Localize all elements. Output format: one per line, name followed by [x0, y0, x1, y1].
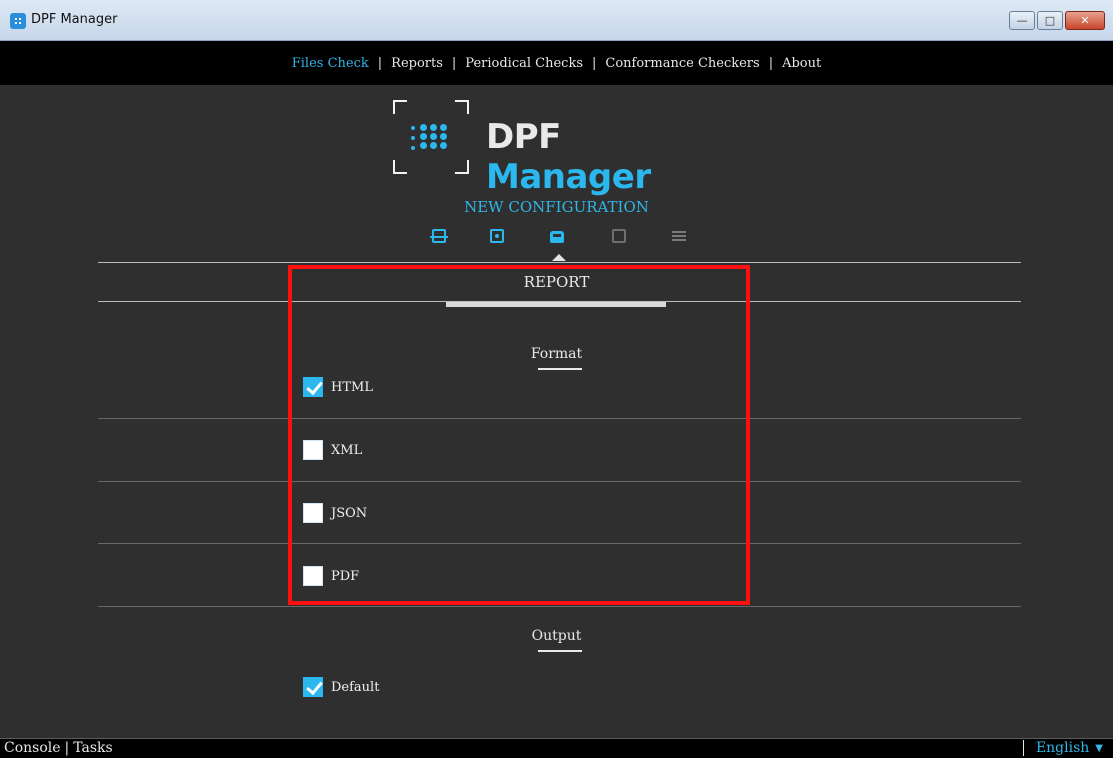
format-option-xml[interactable]: XML — [303, 440, 362, 460]
close-button[interactable]: ✕ — [1065, 11, 1105, 30]
output-option-default[interactable]: Default — [303, 677, 379, 697]
top-navigation: Files Check | Reports | Periodical Check… — [0, 41, 1113, 85]
wizard-steps — [0, 229, 1113, 253]
window-titlebar: DPF Manager — □ ✕ — [0, 0, 1113, 41]
footer-separator: | — [64, 740, 70, 756]
nav-separator: | — [377, 55, 383, 71]
section-title-report: REPORT — [523, 273, 590, 291]
logo-text-manager: Manager — [486, 157, 651, 197]
divider — [98, 543, 1021, 544]
dpf-logo-icon — [10, 13, 26, 29]
default-checkbox[interactable] — [303, 677, 323, 697]
inbox-icon[interactable] — [550, 231, 564, 243]
divider — [98, 262, 1021, 263]
highlight-box — [288, 265, 750, 605]
logo-frame-icon — [393, 100, 469, 174]
format-option-html[interactable]: HTML — [303, 377, 373, 397]
section-indicator-bar — [446, 302, 666, 307]
html-label: HTML — [331, 379, 373, 395]
nav-periodical-checks[interactable]: Periodical Checks — [465, 56, 583, 71]
maximize-button[interactable]: □ — [1037, 11, 1063, 30]
divider — [98, 481, 1021, 482]
nav-separator: | — [592, 55, 597, 71]
list-icon[interactable] — [672, 231, 686, 243]
divider — [98, 418, 1021, 419]
format-option-pdf[interactable]: PDF — [303, 566, 359, 586]
logo-dots-icon — [411, 122, 455, 152]
nav-reports[interactable]: Reports — [391, 56, 443, 71]
nav-conformance-checkers[interactable]: Conformance Checkers — [605, 56, 759, 71]
format-title: Format — [530, 346, 583, 362]
html-checkbox[interactable] — [303, 377, 323, 397]
format-title-underline — [538, 368, 582, 370]
default-label: Default — [331, 679, 380, 695]
page-title: NEW CONFIGURATION — [464, 198, 649, 216]
pdf-checkbox[interactable] — [303, 566, 323, 586]
json-label: JSON — [331, 505, 368, 521]
active-step-pointer-icon — [552, 254, 566, 261]
printer-icon[interactable] — [430, 229, 448, 243]
nav-separator: | — [768, 55, 774, 71]
xml-label: XML — [331, 442, 363, 458]
language-selector[interactable]: English ▼ — [1022, 740, 1103, 756]
code-file-icon[interactable] — [612, 229, 626, 243]
nav-files-check[interactable]: Files Check — [292, 56, 369, 71]
nav-separator: | — [451, 55, 457, 71]
file-settings-icon[interactable] — [490, 229, 504, 243]
nav-about[interactable]: About — [782, 56, 821, 71]
pdf-label: PDF — [331, 568, 360, 584]
logo-text: DPF Manager — [486, 117, 733, 197]
output-title: Output — [531, 628, 582, 644]
window-title: DPF Manager — [31, 12, 118, 27]
format-option-json[interactable]: JSON — [303, 503, 367, 523]
console-tab[interactable]: Console — [4, 740, 61, 756]
json-checkbox[interactable] — [303, 503, 323, 523]
language-label: English — [1035, 740, 1090, 756]
tasks-tab[interactable]: Tasks — [73, 740, 112, 756]
output-title-underline — [538, 650, 582, 652]
chevron-down-icon: ▼ — [1095, 743, 1103, 754]
app-logo: DPF Manager — [393, 100, 733, 197]
logo-text-dpf: DPF — [486, 117, 561, 157]
status-bar: Console | Tasks English ▼ — [0, 738, 1113, 758]
divider — [98, 606, 1021, 607]
xml-checkbox[interactable] — [303, 440, 323, 460]
minimize-button[interactable]: — — [1009, 11, 1035, 30]
